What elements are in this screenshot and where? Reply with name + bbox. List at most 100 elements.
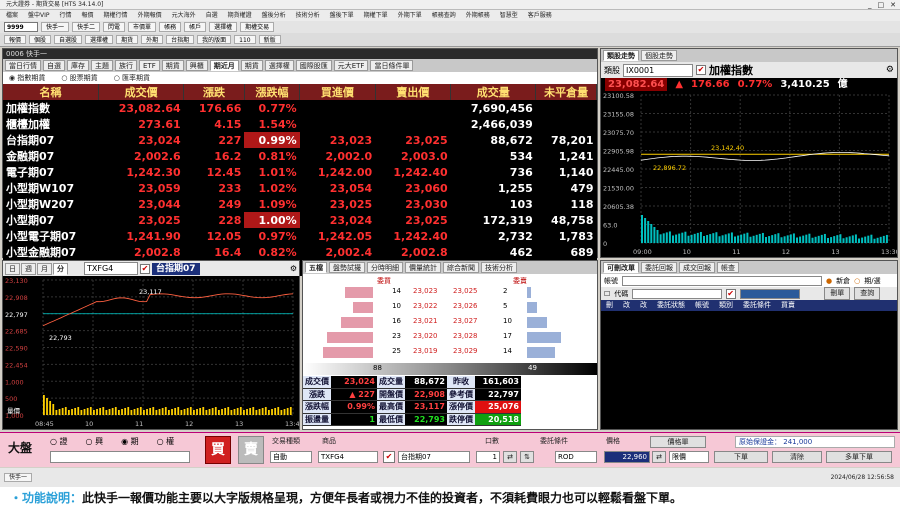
code-select[interactable] [632,288,723,299]
five-level-tab[interactable]: 分時明細 [367,262,403,273]
account-select[interactable] [622,275,822,286]
market-radio[interactable]: ○ 興 [86,436,104,447]
menu-item[interactable]: 盤後分析 [262,10,286,21]
quote-tab[interactable]: 期貨 [240,60,263,71]
market-select[interactable] [50,451,190,463]
market-radio[interactable]: ○ 權 [157,436,175,447]
quote-header-7[interactable]: 未平倉量 [535,84,597,100]
index-tab[interactable]: 個股走勢 [641,50,677,61]
menu-item[interactable]: 元大海外 [172,10,196,21]
check-icon[interactable]: ✔ [383,451,395,463]
qty-stepper-icon[interactable]: ⇅ [520,451,534,463]
radio-option[interactable]: ◉ 指數期貨 [9,72,45,84]
quote-row[interactable]: 櫃檯加權 273.61 4.15 1.54% 2,466,039 [3,116,597,132]
menu-item[interactable]: 外期下單 [398,10,422,21]
five-level-tab[interactable]: 五檔 [305,262,327,273]
radio-new[interactable]: 新倉 [836,276,850,286]
orders-tab[interactable]: 委託回報 [641,262,677,273]
orders-header[interactable]: 帳號 [690,300,714,311]
radio-option[interactable]: ○ 股票期貨 [61,72,97,84]
quote-row[interactable]: 台指期07 23,024 227 0.99% 23,023 23,025 88,672 78,… [3,132,597,148]
index-chart[interactable]: 23100.58 23155.08 23075.70 22905.98 22445.00… [601,91,900,257]
toolbar-button[interactable]: 期貨 [116,35,139,44]
radio-fo[interactable]: 期/選 [864,276,880,286]
long-order-button[interactable]: 多單下單 [826,451,892,463]
toolbar-button[interactable]: 快手二 [72,22,101,32]
quote-header-6[interactable]: 成交量 [450,84,537,100]
radio-icon[interactable]: ◉ [121,437,131,446]
period-tab[interactable]: 日 [5,262,20,275]
settings-icon[interactable]: ⚙ [886,65,894,75]
index-tab[interactable]: 類股走勢 [603,50,639,61]
query-button[interactable]: 查詢 [854,287,881,300]
index-select[interactable]: IX0001 [623,63,693,77]
delete-order-button[interactable]: 刪單 [824,287,851,300]
close-icon[interactable]: ✕ [890,1,896,9]
toolbar-button[interactable]: 外期 [141,35,164,44]
qty-link-icon[interactable]: ⇄ [503,451,517,463]
toolbar-button[interactable]: 選擇權 [85,35,114,44]
quote-tab[interactable]: 選擇權 [264,60,294,71]
toolbar-button[interactable]: 台指期 [166,35,195,44]
clear-button[interactable]: 清除 [772,451,822,463]
orders-header[interactable]: 刪 [601,300,618,311]
menu-item[interactable]: 外期帳務 [466,10,490,21]
quote-tab[interactable]: ETF [139,60,160,71]
orders-header[interactable]: 改 [635,300,652,311]
product-code-input[interactable]: TXFG4 [318,451,378,463]
toolbar-button[interactable]: 市價單 [128,22,157,32]
quote-row[interactable]: 小型期W107 23,059 233 1.02% 23,054 23,060 1,255 47… [3,180,597,196]
maximize-icon[interactable]: □ [878,1,885,9]
market-radio[interactable]: ◉ 期 [121,436,139,447]
menu-item[interactable]: 技術分析 [296,10,320,21]
quote-tab[interactable]: 當日行情 [5,60,41,71]
quote-row[interactable]: 金融期07 2,002.6 16.2 0.81% 2,002.0 2,003.0 534 1,… [3,148,597,164]
toolbar-button[interactable]: 自選股 [54,35,83,44]
menu-item[interactable]: 行情 [60,10,72,21]
quote-row[interactable]: 電子期07 1,242.30 12.45 1.01% 1,242.00 1,242.40 7… [3,164,597,180]
settings-icon[interactable]: ⚙ [290,264,297,273]
price-order-button[interactable]: 價格單 [650,436,706,448]
orders-header[interactable]: 類別 [714,300,738,311]
quote-tab[interactable]: 庫存 [67,60,89,71]
place-order-button[interactable]: 下單 [714,451,768,463]
radio-icon[interactable]: ○ [854,277,860,285]
orders-header[interactable]: 買賣 [776,300,800,311]
quote-header-2[interactable]: 漲跌 [183,84,245,100]
five-level-tab[interactable]: 技術分析 [481,262,517,273]
menu-item[interactable]: 客戶服務 [528,10,552,21]
buy-button[interactable]: 買 [205,436,231,464]
trade-type-select[interactable]: 自動 [270,451,312,463]
checkbox-icon[interactable]: ☐ [604,290,610,298]
price-type-select[interactable]: 限價 [669,451,709,463]
toolbar-button[interactable]: 新版 [258,35,281,44]
menu-item[interactable]: 帳務查詢 [432,10,456,21]
orders-header[interactable]: 委託狀態 [652,300,690,311]
menu-item[interactable]: 外期報價 [138,10,162,21]
market-radio[interactable]: ○ 證 [50,436,68,447]
toolbar-button[interactable]: 110 [234,35,256,44]
code-input[interactable]: 9999 [4,22,38,32]
toolbar-button[interactable]: 帳戶 [184,22,207,32]
check-icon[interactable]: ✔ [696,65,706,75]
period-tab[interactable]: 月 [37,262,52,275]
menu-item[interactable]: 期權下單 [364,10,388,21]
period-tab[interactable]: 分 [53,262,68,275]
radio-icon[interactable]: ○ [157,437,167,446]
quote-tab[interactable]: 期近月 [209,60,239,71]
toolbar-button[interactable]: 快手一 [41,22,70,32]
menu-item[interactable]: 期權行情 [104,10,128,21]
status-left[interactable]: 快手一 [4,473,33,482]
quote-row[interactable]: 加權指數 23,082.64 176.66 0.77% 7,690,456 [3,100,597,116]
cond-select[interactable]: ROD [555,451,597,463]
price-input[interactable]: 22,960 [604,451,650,463]
menu-item[interactable]: 盤中VIP [28,10,50,21]
toolbar-button[interactable]: 選擇權 [209,22,238,32]
quote-row[interactable]: 小型電子期07 1,241.90 12.05 0.97% 1,242.05 1,242.4… [3,228,597,244]
minimize-icon[interactable]: _ [868,1,872,9]
quote-tab[interactable]: 當日條件單 [370,60,414,71]
quote-header-3[interactable]: 漲跌幅 [244,84,301,100]
toolbar-button[interactable]: 我的版面 [197,35,232,44]
quote-tab[interactable]: 元大ETF [333,60,369,71]
quote-row[interactable]: 小型金融期07 2,002.8 16.4 0.82% 2,002.4 2,002.8 462… [3,244,597,260]
